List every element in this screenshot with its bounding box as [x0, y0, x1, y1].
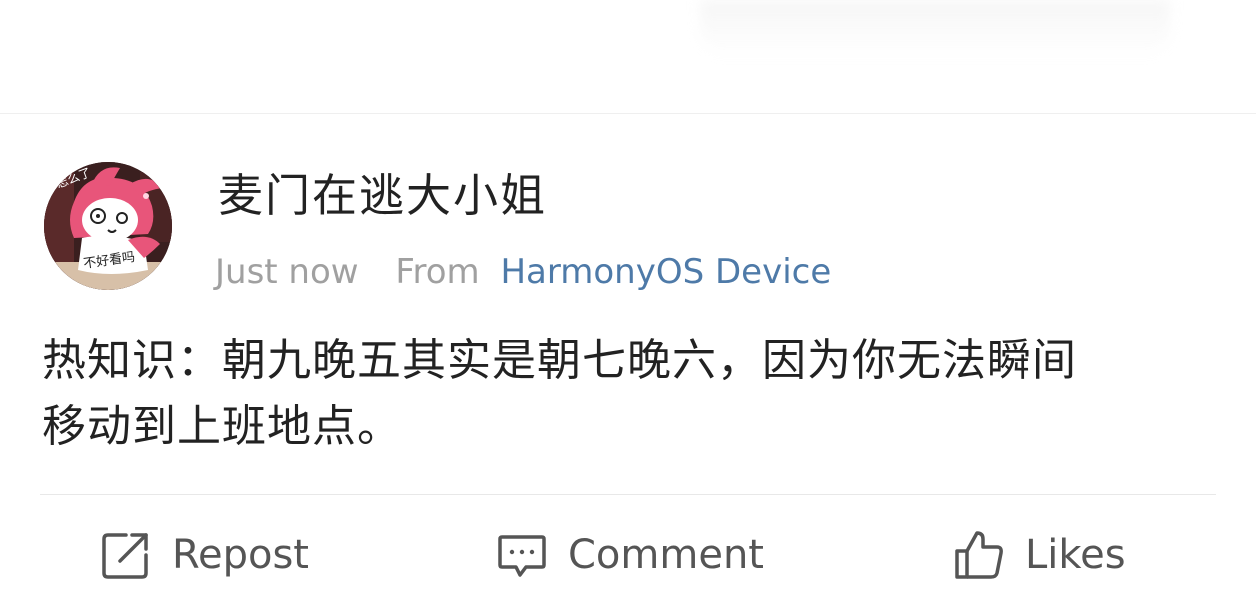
comment-icon [496, 529, 548, 581]
likes-label: Likes [1025, 532, 1126, 578]
likes-button[interactable]: Likes [953, 525, 1126, 585]
post-time: Just now [215, 252, 359, 292]
post-content: 热知识：朝九晚五其实是朝七晚六，因为你无法瞬间 移动到上班地点。 [42, 328, 1222, 460]
post-meta: Just now From HarmonyOS Device [215, 250, 831, 294]
comment-label: Comment [568, 532, 764, 578]
from-label: From [395, 252, 480, 292]
top-bar [0, 0, 1256, 114]
action-bar: Repost Comment Likes [0, 495, 1256, 605]
repost-label: Repost [172, 532, 309, 578]
comment-button[interactable]: Comment [496, 525, 764, 585]
thumbs-up-icon [953, 529, 1005, 581]
repost-icon [100, 529, 152, 581]
blurred-header-area [700, 0, 1170, 58]
post-content-line: 热知识：朝九晚五其实是朝七晚六，因为你无法瞬间 [42, 335, 1077, 386]
avatar-image: 怎么了 不好看吗 [44, 162, 172, 290]
repost-button[interactable]: Repost [100, 525, 309, 585]
post-card: 怎么了 不好看吗 麦门在逃大小姐 Just now From HarmonyOS… [0, 114, 1256, 605]
avatar[interactable]: 怎么了 不好看吗 [44, 162, 172, 290]
device-link[interactable]: HarmonyOS Device [500, 252, 831, 292]
username[interactable]: 麦门在逃大小姐 [218, 166, 547, 226]
post-content-line: 移动到上班地点。 [42, 401, 402, 452]
